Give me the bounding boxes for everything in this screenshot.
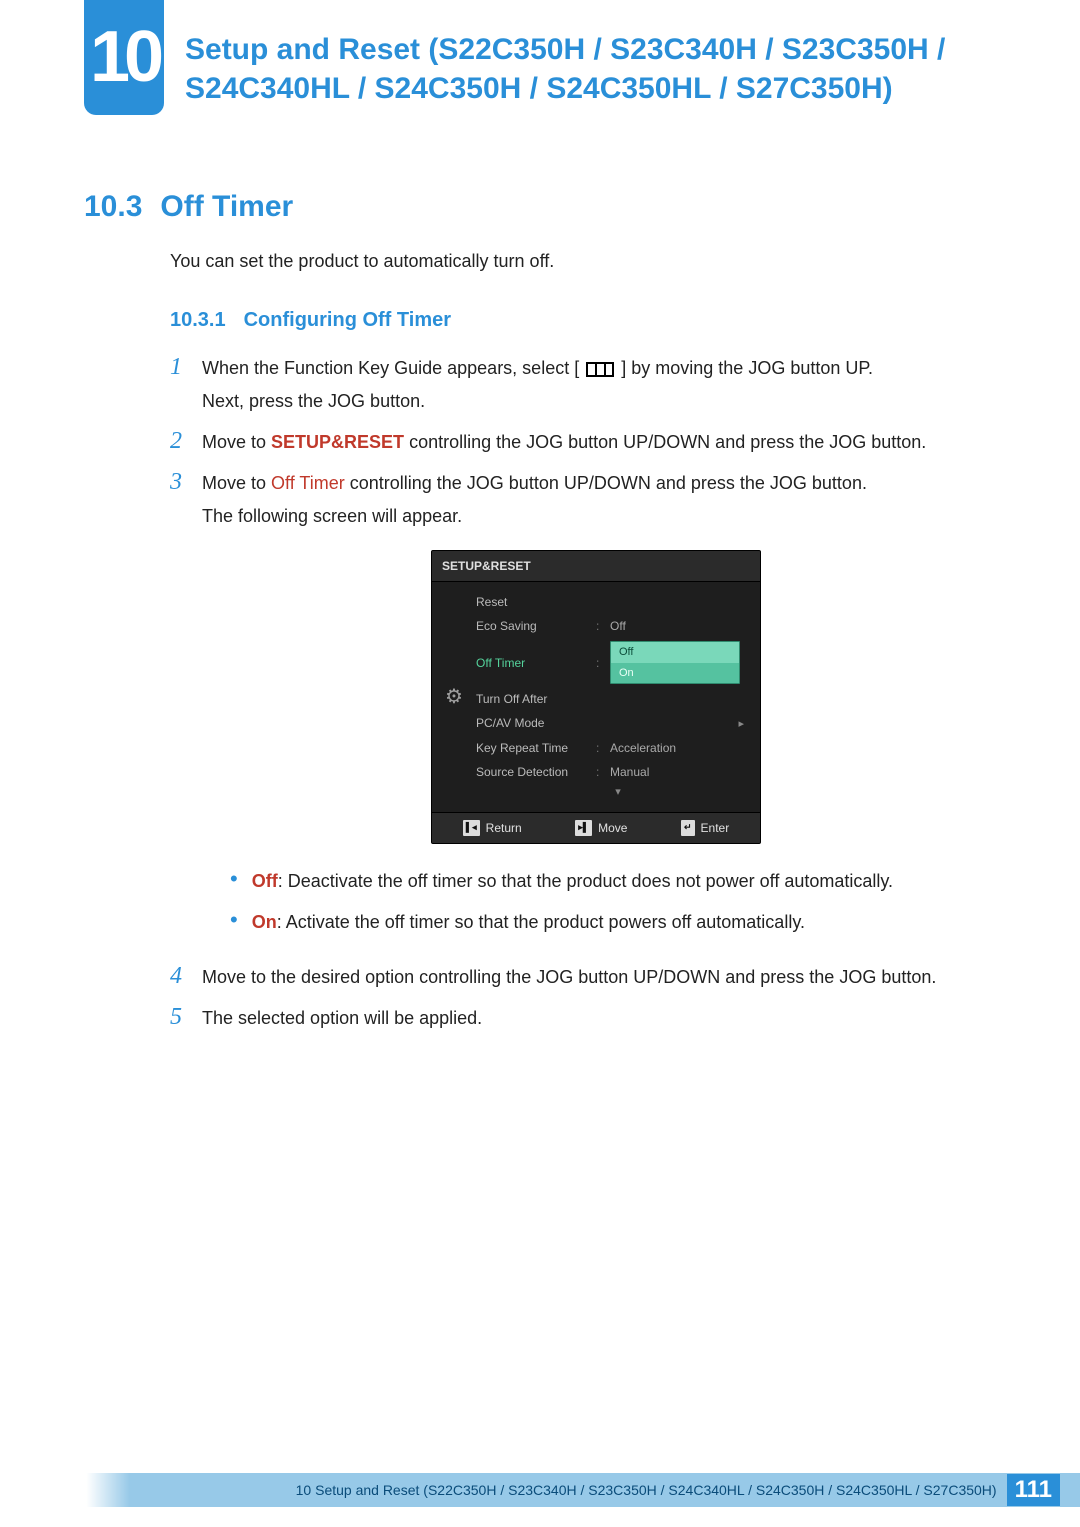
osd-header: SETUP&RESET [432, 551, 760, 582]
step-2-text-a: Move to [202, 432, 271, 452]
bullet-off-label: Off [252, 871, 278, 891]
step-3-text-a: Move to [202, 473, 271, 493]
osd-footer-label: Move [598, 819, 627, 837]
colon: : [596, 763, 602, 781]
osd-value: Manual [610, 763, 750, 781]
colon: : [596, 617, 602, 635]
step-3-text-b: controlling the JOG button UP/DOWN and p… [345, 473, 867, 493]
osd-label: PC/AV Mode [476, 714, 588, 732]
colon: : [596, 739, 602, 757]
osd-footer-label: Return [486, 819, 522, 837]
dropdown-option-off[interactable]: Off [611, 642, 739, 663]
step-2-text-b: controlling the JOG button UP/DOWN and p… [404, 432, 926, 452]
osd-footer-label: Enter [701, 819, 730, 837]
page-number: 111 [1007, 1474, 1060, 1506]
step-1-text-b: ] by moving the JOG button UP. [621, 358, 873, 378]
subsection-number: 10.3.1 [170, 305, 226, 335]
step-5: 5 The selected option will be applied. [170, 1005, 990, 1032]
enter-icon: ↵ [681, 820, 695, 836]
subsection-title: Configuring Off Timer [244, 305, 451, 335]
step-4-text: Move to the desired option controlling t… [202, 964, 990, 991]
step-1-text-a: When the Function Key Guide appears, sel… [202, 358, 579, 378]
bullet-off-text: : Deactivate the off timer so that the p… [278, 871, 893, 891]
osd-item-source-detection[interactable]: Source Detection : Manual [476, 760, 760, 784]
bullet-off: • Off: Deactivate the off timer so that … [202, 868, 990, 895]
footer-text: 10 Setup and Reset (S22C350H / S23C340H … [296, 1482, 997, 1498]
chapter-number-badge: 10 [84, 0, 164, 115]
osd-dropdown[interactable]: Off On [610, 641, 740, 684]
step-3-highlight: Off Timer [271, 473, 345, 493]
osd-item-turn-off-after[interactable]: Turn Off After [476, 687, 760, 711]
osd-item-key-repeat[interactable]: Key Repeat Time : Acceleration [476, 736, 760, 760]
osd-item-eco-saving[interactable]: Eco Saving : Off [476, 614, 760, 638]
step-1-line2: Next, press the JOG button. [202, 388, 990, 415]
osd-footer-return[interactable]: ▌◂ Return [463, 819, 522, 837]
step-1: 1 When the Function Key Guide appears, s… [170, 355, 990, 415]
section-title: Off Timer [160, 190, 293, 224]
chevron-down-icon: ▾ [615, 786, 621, 798]
osd-footer-move[interactable]: ▸▌ Move [575, 819, 627, 837]
step-number: 5 [170, 1005, 186, 1029]
return-icon: ▌◂ [463, 820, 480, 836]
osd-footer-enter[interactable]: ↵ Enter [681, 819, 729, 837]
menu-icon [586, 362, 614, 377]
dropdown-option-on[interactable]: On [611, 663, 739, 684]
step-number: 1 [170, 355, 186, 379]
intro-text: You can set the product to automatically… [170, 248, 990, 275]
osd-panel: SETUP&RESET ⚙ Reset Eco Saving [431, 550, 761, 844]
chevron-right-icon: ▸ [738, 718, 744, 730]
step-3: 3 Move to Off Timer controlling the JOG … [170, 470, 990, 950]
osd-value: Off [610, 617, 750, 635]
osd-item-pcav-mode[interactable]: PC/AV Mode ▸ [476, 711, 760, 736]
section-number: 10.3 [84, 190, 142, 224]
page-footer: 10 Setup and Reset (S22C350H / S23C340H … [0, 1473, 1080, 1507]
chapter-title: Setup and Reset (S22C350H / S23C340H / S… [185, 30, 1010, 108]
gear-icon: ⚙ [445, 682, 463, 712]
step-number: 4 [170, 964, 186, 988]
osd-label: Reset [476, 593, 588, 611]
bullet-on: • On: Activate the off timer so that the… [202, 909, 990, 936]
step-4: 4 Move to the desired option controlling… [170, 964, 990, 991]
osd-item-reset[interactable]: Reset [476, 590, 760, 614]
colon: : [596, 654, 602, 672]
step-number: 3 [170, 470, 186, 494]
osd-label: Source Detection [476, 763, 588, 781]
osd-item-off-timer[interactable]: Off Timer : Off On [476, 638, 760, 687]
bullet-icon: • [230, 909, 238, 936]
osd-label: Key Repeat Time [476, 739, 588, 757]
osd-value: Acceleration [610, 739, 750, 757]
osd-label: Eco Saving [476, 617, 588, 635]
osd-label: Off Timer [476, 654, 588, 672]
step-5-text: The selected option will be applied. [202, 1005, 990, 1032]
bullet-on-label: On [252, 912, 277, 932]
step-number: 2 [170, 429, 186, 453]
osd-label: Turn Off After [476, 690, 588, 708]
step-2-highlight: SETUP&RESET [271, 432, 404, 452]
step-2: 2 Move to SETUP&RESET controlling the JO… [170, 429, 990, 456]
step-3-line2: The following screen will appear. [202, 503, 990, 530]
move-icon: ▸▌ [575, 820, 592, 836]
bullet-icon: • [230, 868, 238, 895]
bullet-on-text: : Activate the off timer so that the pro… [277, 912, 805, 932]
